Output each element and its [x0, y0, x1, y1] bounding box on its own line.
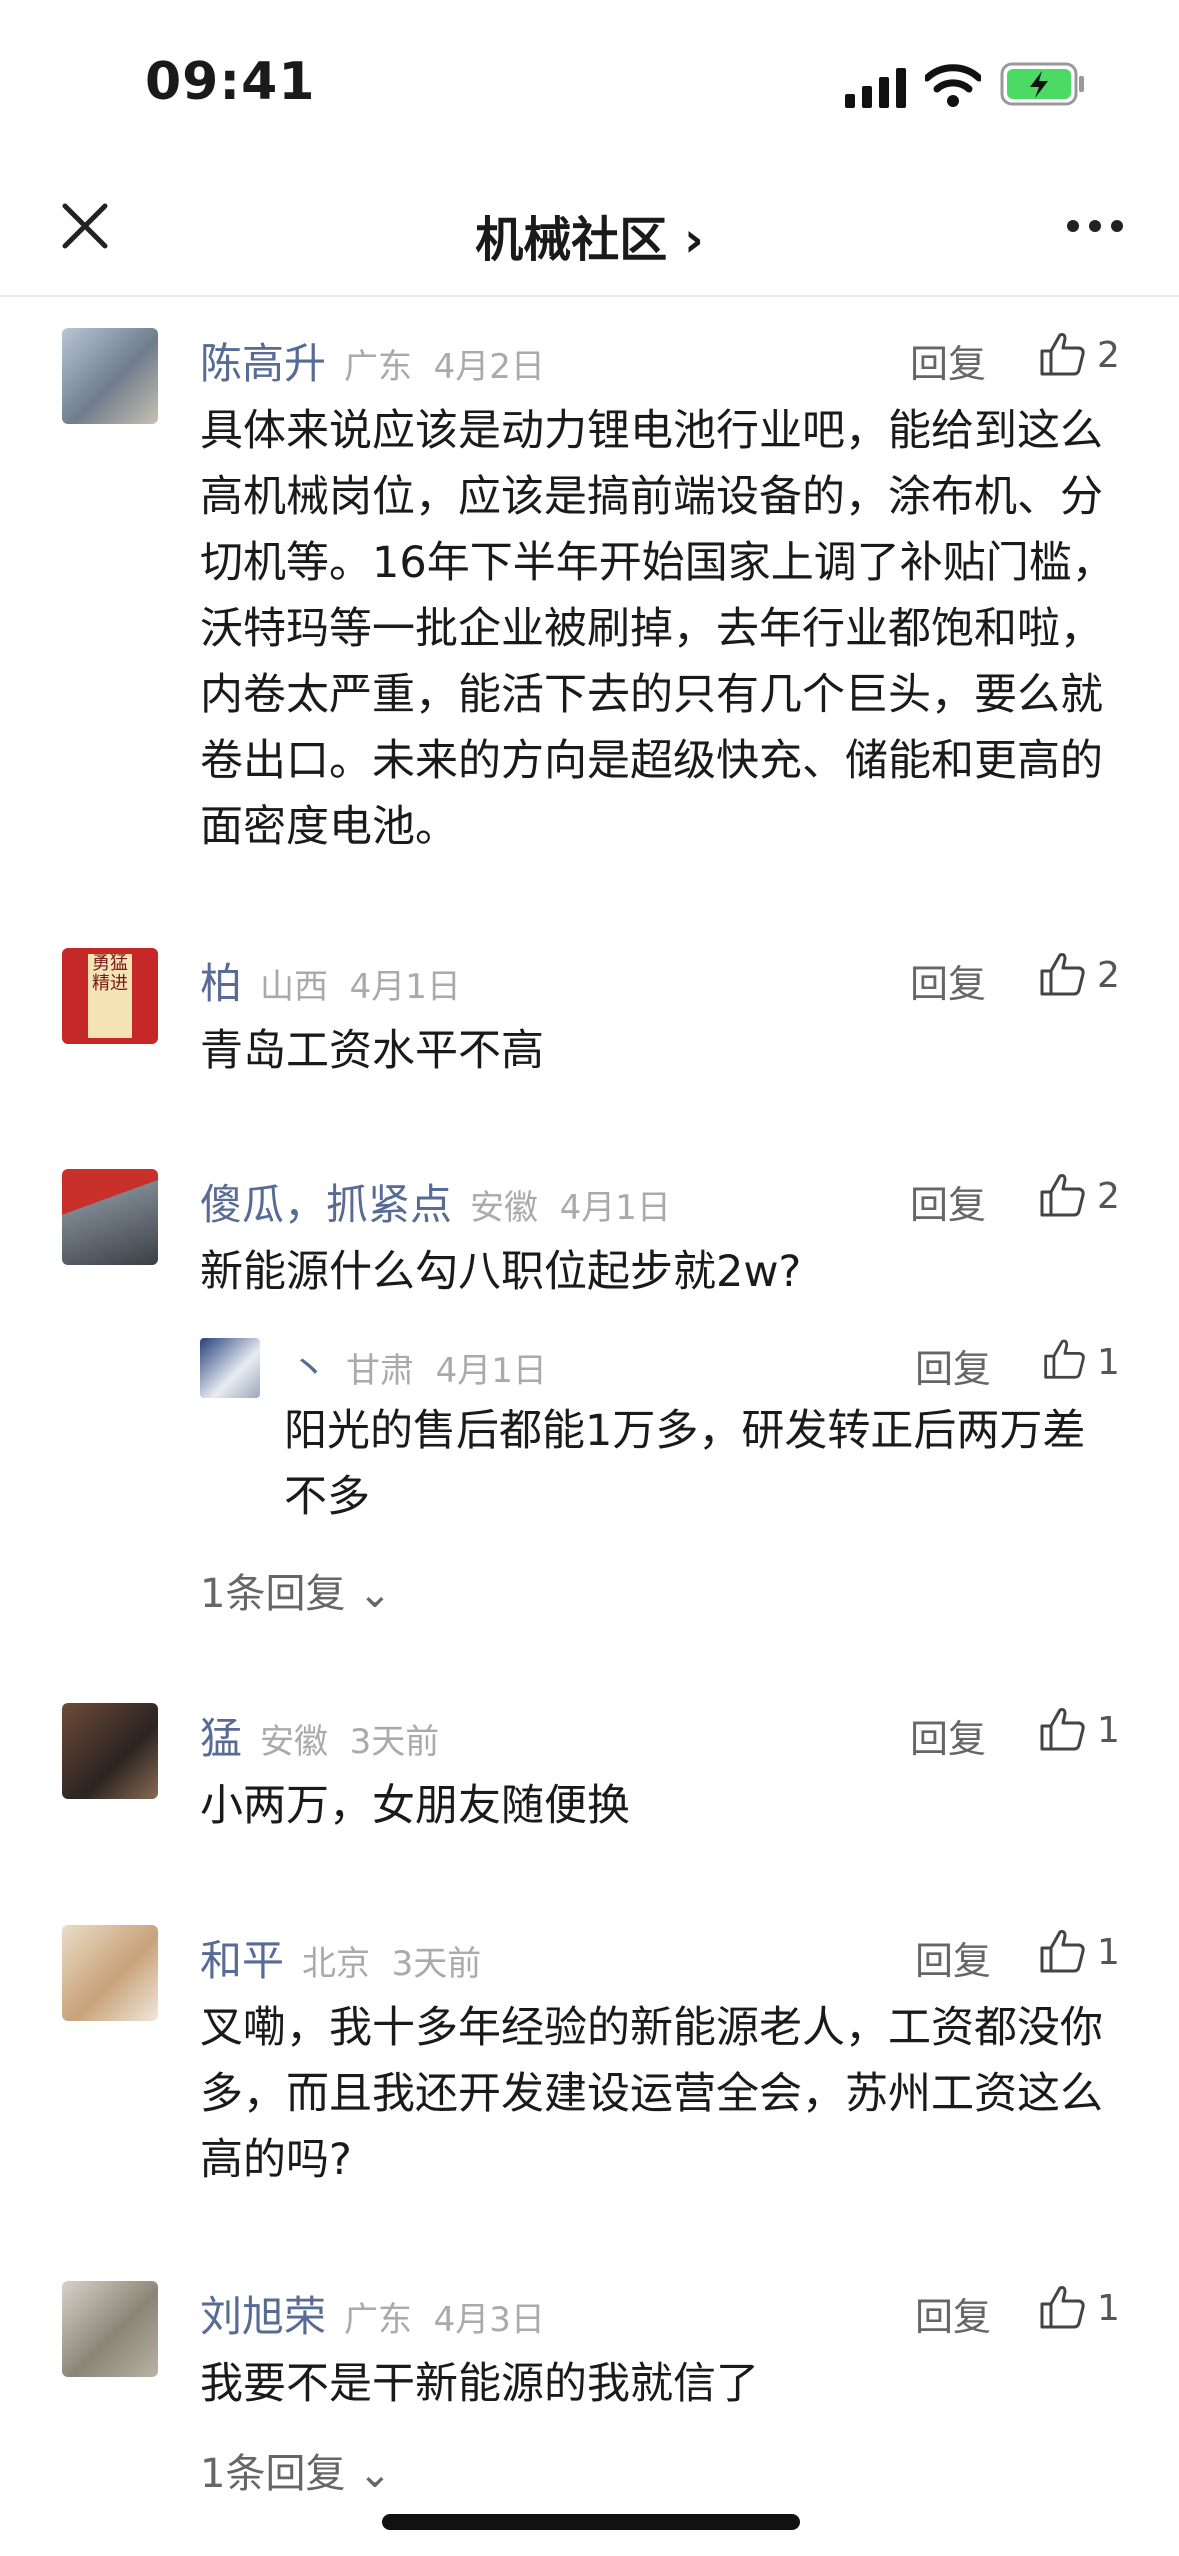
- thumbs-up-icon[interactable]: [1038, 1926, 1086, 1974]
- comment-text: 青岛工资水平不高: [200, 1026, 544, 1076]
- comment-text: 我要不是干新能源的我就信了: [200, 2359, 759, 2409]
- home-indicator[interactable]: [382, 2514, 800, 2530]
- like-count: 2: [1097, 335, 1120, 376]
- thumbs-up-icon[interactable]: [1038, 1704, 1086, 1752]
- cellular-signal-icon: [845, 68, 906, 108]
- reply-button[interactable]: 回复: [910, 953, 986, 1008]
- thumbs-up-icon[interactable]: [1042, 1336, 1086, 1380]
- like-count: 2: [1097, 1176, 1120, 1217]
- avatar[interactable]: [62, 1925, 158, 2021]
- avatar[interactable]: [200, 1338, 260, 1398]
- reply-button[interactable]: 回复: [910, 1708, 986, 1763]
- avatar[interactable]: 勇猛精进: [62, 948, 158, 1044]
- more-options-icon[interactable]: [1065, 218, 1125, 234]
- comment-author[interactable]: 猛安徽 3天前: [200, 1705, 439, 1766]
- comment-text: 具体来说应该是动力锂电池行业吧，能给到这么高机械岗位，应该是搞前端设备的，涂布机…: [200, 406, 1115, 852]
- avatar[interactable]: [62, 328, 158, 424]
- reply-text: 阳光的售后都能1万多，研发转正后两万差不多: [284, 1406, 1086, 1522]
- comment-text: 新能源什么勾八职位起步就2w?: [200, 1247, 802, 1297]
- like-count: 1: [1097, 1342, 1120, 1383]
- reply-button[interactable]: 回复: [915, 1338, 991, 1393]
- status-time: 09:41: [145, 52, 316, 112]
- avatar[interactable]: [62, 1703, 158, 1799]
- like-count: 1: [1097, 2288, 1120, 2329]
- avatar[interactable]: [62, 2281, 158, 2377]
- comment-meta: 广东 4月3日: [344, 2300, 545, 2340]
- nav-bar: 机械社区 ›: [0, 170, 1179, 297]
- comment-meta: 安徽 3天前: [260, 1722, 440, 1762]
- thumbs-up-icon[interactable]: [1038, 949, 1086, 997]
- wifi-icon: [925, 64, 981, 107]
- status-bar: 09:41: [0, 0, 1179, 170]
- comment-author[interactable]: 刘旭荣 广东 4月3日: [200, 2283, 545, 2344]
- reply-author[interactable]: 丶甘肃 4月1日: [290, 1338, 547, 1393]
- comment-meta: 广东 4月2日: [344, 347, 545, 387]
- comment-author[interactable]: 和平 北京 3天前: [200, 1927, 481, 1988]
- comment-meta: 北京 3天前: [302, 1944, 482, 1984]
- reply-button[interactable]: 回复: [910, 333, 986, 388]
- comment-author[interactable]: 柏山西 4月1日: [200, 950, 461, 1011]
- reply-button[interactable]: 回复: [915, 1930, 991, 1985]
- expand-replies-link[interactable]: 1条回复 ⌄: [200, 2441, 392, 2499]
- like-count: 1: [1097, 1932, 1120, 1973]
- like-count: 2: [1097, 955, 1120, 996]
- reply-button[interactable]: 回复: [915, 2286, 991, 2341]
- comment-text: 叉嘞，我十多年经验的新能源老人，工资都没你多，而且我还开发建设运营全会，苏州工资…: [200, 2003, 1103, 2185]
- comment-meta: 山西 4月1日: [260, 967, 461, 1007]
- comment-author[interactable]: 陈高升 广东 4月2日: [200, 330, 545, 391]
- thumbs-up-icon[interactable]: [1038, 2282, 1086, 2330]
- comment-text: 小两万，女朋友随便换: [200, 1781, 630, 1831]
- page-title[interactable]: 机械社区 ›: [0, 200, 1179, 270]
- battery-charging-icon: [1000, 62, 1084, 106]
- avatar-banner: 勇猛精进: [88, 954, 132, 1038]
- reply-button[interactable]: 回复: [910, 1174, 986, 1229]
- comment-author[interactable]: 傻瓜，抓紧点 安徽 4月1日: [200, 1171, 671, 1232]
- reply-meta: 甘肃 4月1日: [346, 1351, 547, 1391]
- thumbs-up-icon[interactable]: [1038, 329, 1086, 377]
- expand-replies-link[interactable]: 1条回复 ⌄: [200, 1561, 392, 1619]
- comment-meta: 安徽 4月1日: [470, 1188, 671, 1228]
- thumbs-up-icon[interactable]: [1038, 1170, 1086, 1218]
- avatar[interactable]: [62, 1169, 158, 1265]
- like-count: 1: [1097, 1710, 1120, 1751]
